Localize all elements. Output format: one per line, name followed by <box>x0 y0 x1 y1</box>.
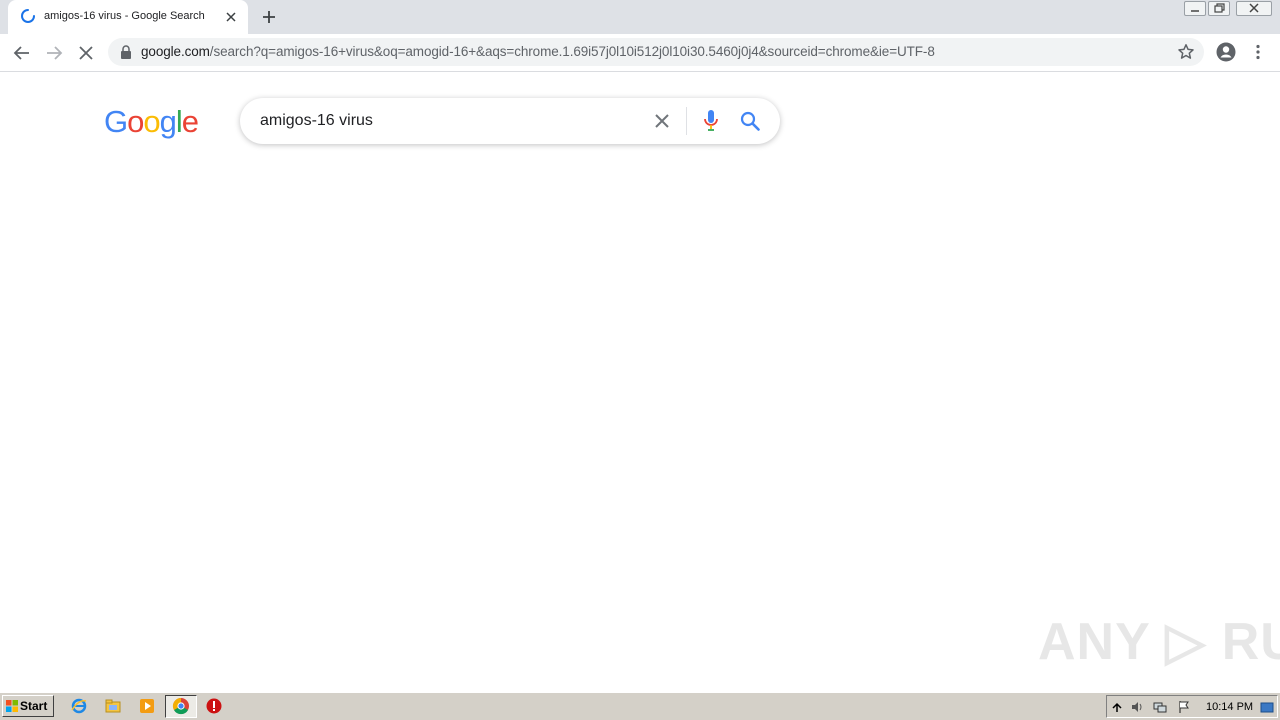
action-center-flag-icon[interactable] <box>1177 700 1191 714</box>
back-arrow-icon[interactable] <box>13 44 31 62</box>
start-label: Start <box>20 699 48 713</box>
chrome-icon[interactable] <box>172 697 190 715</box>
bookmark-star-icon[interactable] <box>1177 43 1195 61</box>
microphone-icon[interactable] <box>702 109 720 133</box>
url-text[interactable]: google.com/search?q=amigos-16+virus&oq=a… <box>141 44 935 59</box>
clear-search-icon[interactable] <box>652 111 672 131</box>
logo-letter: o <box>143 104 160 139</box>
url-path: /search?q=amigos-16+virus&oq=amogid-16+&… <box>209 44 935 59</box>
stop-loading-icon[interactable] <box>77 44 95 62</box>
minimize-icon <box>1191 10 1199 12</box>
new-tab-icon[interactable] <box>261 9 277 25</box>
logo-letter: G <box>104 104 128 139</box>
more-menu-icon[interactable] <box>1254 43 1262 61</box>
volume-icon[interactable] <box>1130 700 1144 714</box>
show-desktop-icon[interactable] <box>1260 700 1274 714</box>
logo-letter: e <box>181 104 199 139</box>
url-host: google.com <box>141 44 210 59</box>
profile-avatar-icon[interactable] <box>1216 42 1236 62</box>
ie-icon[interactable] <box>70 697 88 715</box>
show-hidden-icons-icon[interactable] <box>1110 700 1124 714</box>
network-icon[interactable] <box>1153 700 1167 714</box>
media-player-icon[interactable] <box>138 697 156 715</box>
tab-title: amigos-16 virus - Google Search <box>44 10 205 22</box>
search-icon[interactable] <box>739 110 761 132</box>
lock-icon[interactable] <box>120 45 132 59</box>
close-window-button[interactable] <box>1236 1 1272 16</box>
explorer-folder-icon[interactable] <box>104 697 122 715</box>
alert-app-icon[interactable] <box>205 697 223 715</box>
taskbar-clock[interactable]: 10:14 PM <box>1206 701 1253 713</box>
search-box-divider <box>686 107 687 135</box>
restore-icon <box>1214 3 1225 13</box>
minimize-button[interactable] <box>1184 1 1206 16</box>
google-logo[interactable]: Google <box>104 104 199 140</box>
logo-letter: g <box>159 104 177 139</box>
forward-arrow-icon[interactable] <box>45 44 63 62</box>
tab-close-icon[interactable] <box>224 10 238 24</box>
restore-button[interactable] <box>1208 1 1230 16</box>
loading-spinner-icon <box>21 9 35 23</box>
logo-letter: o <box>127 104 144 139</box>
windows-logo-icon <box>6 700 18 712</box>
close-icon <box>1249 3 1259 13</box>
search-input[interactable] <box>260 110 630 132</box>
anyrun-watermark: ANY ▷ RUN <box>1038 613 1280 671</box>
